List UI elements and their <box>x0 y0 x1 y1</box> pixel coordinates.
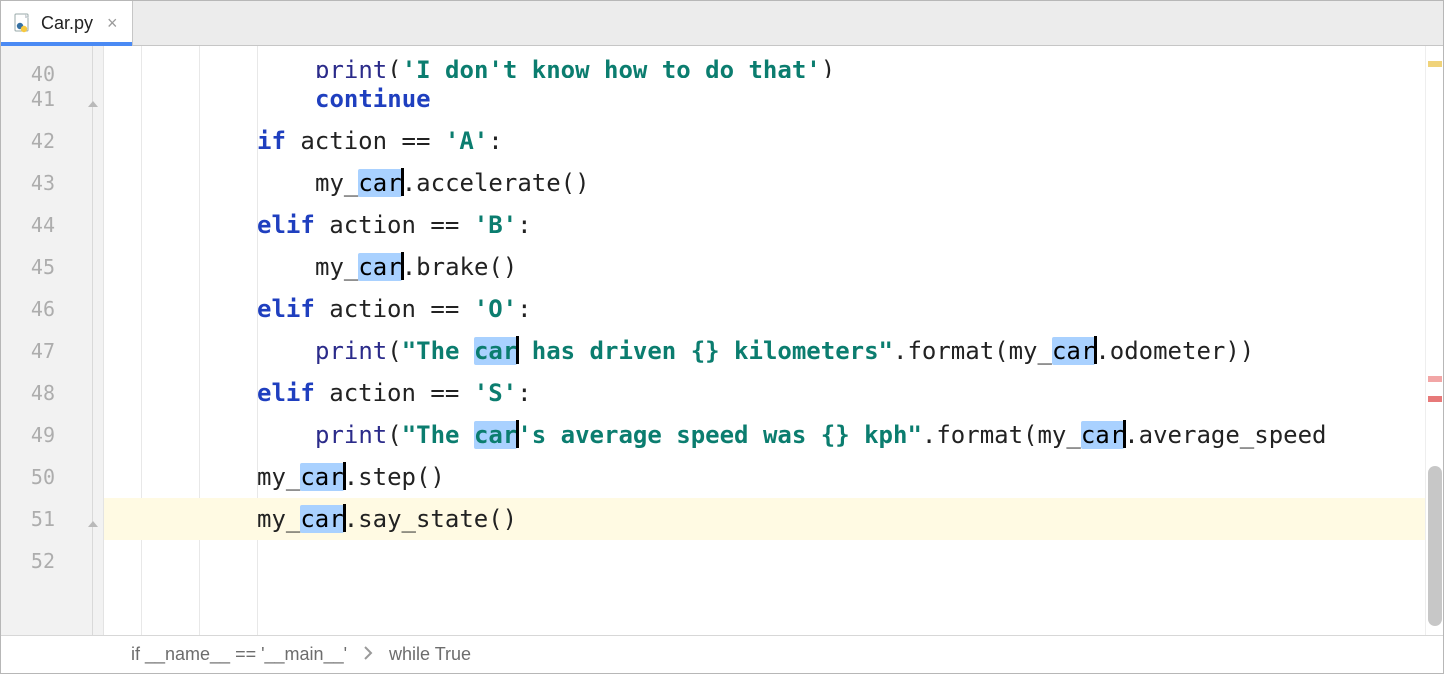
tab-close-icon[interactable]: × <box>107 13 118 34</box>
search-highlight: car <box>474 421 517 449</box>
fold-handle-icon[interactable] <box>86 92 100 106</box>
gutter-line[interactable]: 42 <box>1 120 103 162</box>
gutter-line[interactable]: 47 <box>1 330 103 372</box>
file-tab[interactable]: Car.py × <box>1 1 133 45</box>
gutter-line[interactable]: 46 <box>1 288 103 330</box>
code-line[interactable]: my_car.accelerate() <box>104 162 1425 204</box>
search-highlight: car <box>474 337 517 365</box>
code-line[interactable]: elif action == 'O': <box>104 288 1425 330</box>
code-line[interactable]: continue <box>104 78 1425 120</box>
code-line[interactable]: print('I don't know how to do that') <box>104 46 1425 78</box>
scrollbar-thumb[interactable] <box>1428 466 1442 626</box>
gutter: 40 41 42 43 44 45 46 47 48 49 50 51 52 <box>1 46 104 635</box>
search-highlight: car <box>1081 421 1124 449</box>
stripe-error-marker[interactable] <box>1428 396 1442 402</box>
fold-handle-icon[interactable] <box>86 512 100 526</box>
search-highlight: car <box>300 505 343 533</box>
stripe-warning-marker[interactable] <box>1428 61 1442 67</box>
search-highlight: car <box>1052 337 1095 365</box>
gutter-line[interactable]: 43 <box>1 162 103 204</box>
gutter-line[interactable]: 49 <box>1 414 103 456</box>
python-file-icon <box>13 13 33 33</box>
breadcrumb-segment[interactable]: while True <box>389 644 471 665</box>
stripe-error-marker[interactable] <box>1428 376 1442 382</box>
code-line[interactable] <box>104 540 1425 582</box>
code-line[interactable]: my_car.brake() <box>104 246 1425 288</box>
tab-bar: Car.py × <box>1 1 1443 46</box>
gutter-line[interactable]: 52 <box>1 540 103 582</box>
tab-filename: Car.py <box>41 13 93 34</box>
code-line[interactable]: print("The car has driven {} kilometers"… <box>104 330 1425 372</box>
editor-area: 40 41 42 43 44 45 46 47 48 49 50 51 52 <box>1 46 1443 635</box>
gutter-line[interactable]: 48 <box>1 372 103 414</box>
code-line[interactable]: if action == 'A': <box>104 120 1425 162</box>
gutter-line[interactable]: 44 <box>1 204 103 246</box>
breadcrumb-bar: if __name__ == '__main__' while True <box>1 635 1443 673</box>
breadcrumb-segment[interactable]: if __name__ == '__main__' <box>131 644 347 665</box>
gutter-line[interactable]: 41 <box>1 78 103 120</box>
search-highlight: car <box>358 253 401 281</box>
gutter-line[interactable]: 45 <box>1 246 103 288</box>
gutter-line[interactable]: 51 <box>1 498 103 540</box>
code-line[interactable]: elif action == 'B': <box>104 204 1425 246</box>
search-highlight: car <box>300 463 343 491</box>
search-highlight: car <box>358 169 401 197</box>
code-line[interactable]: elif action == 'S': <box>104 372 1425 414</box>
error-stripe[interactable] <box>1425 46 1443 635</box>
editor-window: Car.py × 40 41 42 43 44 45 46 47 48 49 5… <box>0 0 1444 674</box>
code-line-current[interactable]: my_car.say_state() <box>104 498 1425 540</box>
gutter-line[interactable]: 50 <box>1 456 103 498</box>
chevron-right-icon <box>363 644 373 665</box>
code-line[interactable]: print("The car's average speed was {} kp… <box>104 414 1425 456</box>
gutter-line[interactable]: 40 <box>1 46 103 78</box>
code-line[interactable]: my_car.step() <box>104 456 1425 498</box>
code-view[interactable]: print('I don't know how to do that') con… <box>104 46 1425 635</box>
